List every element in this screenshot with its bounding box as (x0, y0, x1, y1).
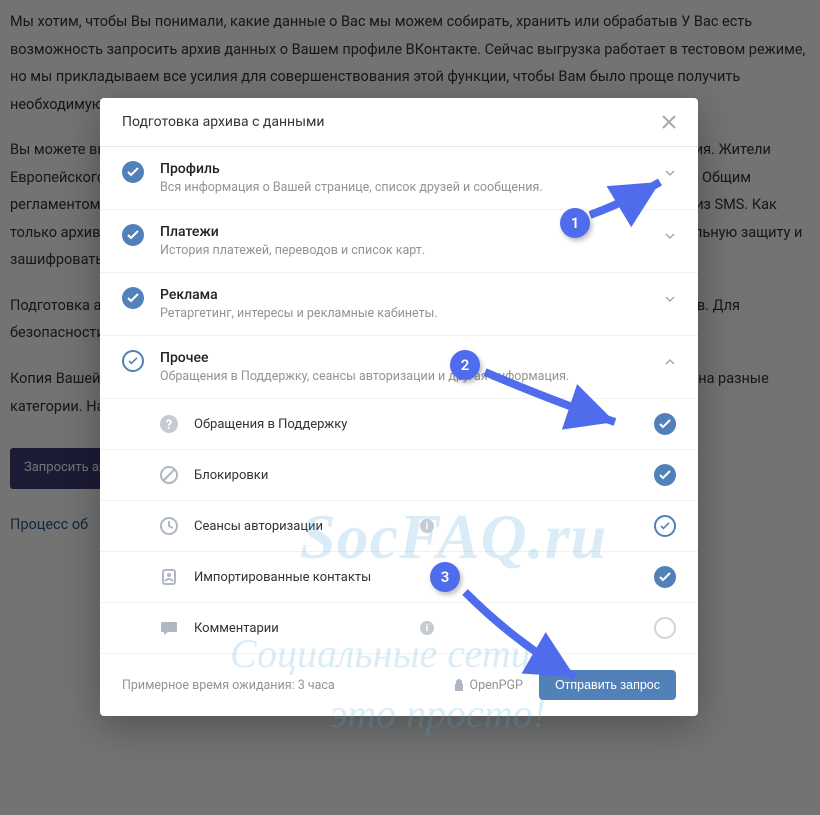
section-description: Вся информация о Вашей странице, список … (160, 180, 654, 195)
section-description: Обращения в Поддержку, сеансы авторизаци… (160, 369, 654, 384)
svg-text:?: ? (166, 418, 172, 433)
subitem-label: Комментарии (194, 621, 414, 636)
section-description: Ретаргетинг, интересы и рекламные кабине… (160, 306, 654, 321)
close-icon[interactable] (662, 115, 676, 129)
lock-icon (453, 678, 465, 692)
chevron-up-icon[interactable] (664, 356, 676, 368)
modal-header: Подготовка архива с данными (100, 98, 698, 147)
annotation-bubble-3: 3 (430, 562, 460, 592)
section-title: Прочее (160, 350, 654, 366)
info-icon[interactable]: i (420, 519, 434, 533)
checkbox-checked-icon[interactable] (654, 413, 676, 435)
subitem-label: Обращения в Поддержку (194, 417, 654, 432)
checkbox-unchecked-icon[interactable] (654, 617, 676, 639)
openpgp-label: OpenPGP (470, 678, 523, 693)
subitem-label: Импортированные контакты (194, 570, 654, 585)
subitem-support[interactable]: ? Обращения в Поддержку (100, 399, 698, 450)
checkbox-checked-icon[interactable] (122, 161, 144, 183)
openpgp-link[interactable]: OpenPGP (453, 678, 523, 693)
section-profile[interactable]: Профиль Вся информация о Вашей странице,… (100, 147, 698, 210)
subitem-label: Блокировки (194, 468, 654, 483)
archive-modal: Подготовка архива с данными Профиль Вся … (100, 98, 698, 716)
wait-time-text: Примерное время ожидания: 3 часа (122, 678, 437, 693)
checkbox-checked-icon[interactable] (122, 287, 144, 309)
chevron-down-icon[interactable] (664, 167, 676, 179)
annotation-bubble-2: 2 (450, 350, 480, 380)
checkbox-partial-icon[interactable] (654, 515, 676, 537)
comment-icon (158, 617, 180, 639)
subitem-comments[interactable]: Комментарии i (100, 603, 698, 654)
submit-button[interactable]: Отправить запрос (539, 670, 676, 700)
chevron-down-icon[interactable] (664, 293, 676, 305)
modal-title: Подготовка архива с данными (122, 114, 324, 130)
info-icon[interactable]: i (420, 621, 434, 635)
checkbox-partial-icon[interactable] (122, 350, 144, 372)
section-payments[interactable]: Платежи История платежей, переводов и сп… (100, 210, 698, 273)
block-icon (158, 464, 180, 486)
section-other[interactable]: Прочее Обращения в Поддержку, сеансы авт… (100, 336, 698, 399)
section-ads[interactable]: Реклама Ретаргетинг, интересы и рекламны… (100, 273, 698, 336)
section-title: Профиль (160, 161, 654, 177)
subitem-label: Сеансы авторизации (194, 519, 414, 534)
section-title: Реклама (160, 287, 654, 303)
subitem-contacts[interactable]: Импортированные контакты (100, 552, 698, 603)
checkbox-checked-icon[interactable] (654, 566, 676, 588)
chevron-down-icon[interactable] (664, 230, 676, 242)
subitem-blocks[interactable]: Блокировки (100, 450, 698, 501)
section-description: История платежей, переводов и список кар… (160, 243, 654, 258)
checkbox-checked-icon[interactable] (122, 224, 144, 246)
question-icon: ? (158, 413, 180, 435)
modal-footer: Примерное время ожидания: 3 часа OpenPGP… (100, 654, 698, 716)
annotation-bubble-1: 1 (560, 208, 590, 238)
clock-icon (158, 515, 180, 537)
checkbox-checked-icon[interactable] (654, 464, 676, 486)
subitem-sessions[interactable]: Сеансы авторизации i (100, 501, 698, 552)
subitems-list: ? Обращения в Поддержку Блокировки Сеанс… (100, 399, 698, 654)
contacts-icon (158, 566, 180, 588)
